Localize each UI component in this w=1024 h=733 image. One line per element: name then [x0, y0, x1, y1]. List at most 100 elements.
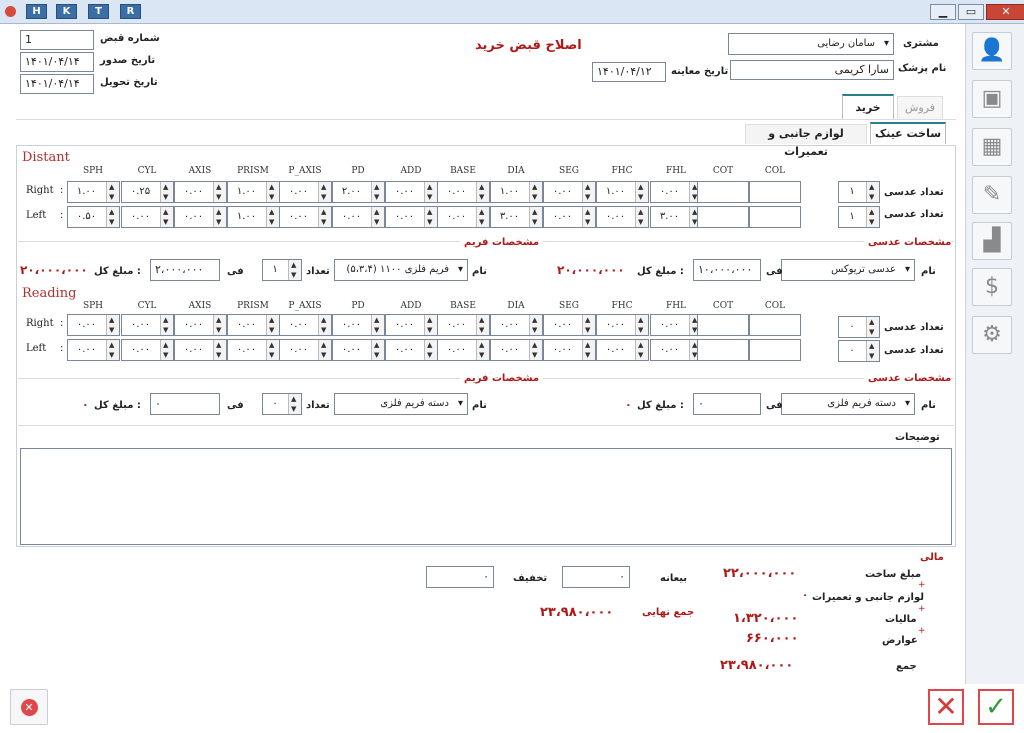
reading-left-pd-input[interactable]: ۰.۰۰ [332, 339, 385, 361]
distant-left-axis-input[interactable]: ۰.۰۰ [174, 206, 227, 228]
reading-left-seg-input[interactable]: ۰.۰۰ [543, 339, 596, 361]
spinner-arrows-icon[interactable] [160, 340, 173, 360]
distant-frame-count[interactable]: ۱ [262, 259, 302, 281]
delivery-date-field[interactable]: ۱۴۰۱/۰۴/۱۴ [20, 74, 94, 94]
reading-right-add-input[interactable]: ۰.۰۰ [385, 314, 438, 336]
settings-tool[interactable]: ⚙ [972, 316, 1012, 354]
reading-right-prism-input[interactable]: ۰.۰۰ [227, 314, 280, 336]
spinner-arrows-icon[interactable] [582, 340, 595, 360]
spinner-arrows-icon[interactable] [106, 207, 119, 227]
spinner-arrows-icon[interactable] [288, 394, 301, 414]
spinner-arrows-icon[interactable] [476, 182, 489, 202]
distant-right-count[interactable]: ۱ [838, 181, 880, 203]
reading-left-dia-input[interactable]: ۰.۰۰ [490, 339, 543, 361]
distant-right-add-input[interactable]: ۰.۰۰ [385, 181, 438, 203]
reading-frame-price[interactable]: ۰ [150, 393, 220, 415]
reading-lens-select[interactable]: دسته فریم فلزی [781, 393, 915, 415]
minimize-button[interactable]: ▁ [930, 4, 956, 20]
spinner-arrows-icon[interactable] [318, 315, 331, 335]
tab-purchase[interactable]: خرید [842, 94, 894, 120]
reading-left-add-input[interactable]: ۰.۰۰ [385, 339, 438, 361]
reading-left-cyl-input[interactable]: ۰.۰۰ [121, 339, 174, 361]
customer-select[interactable]: سامان رضایی [728, 33, 894, 55]
deposit-field[interactable]: ۰ [562, 566, 630, 588]
distant-right-dia-input[interactable]: ۱.۰۰ [490, 181, 543, 203]
title-button-k[interactable]: K [56, 4, 77, 19]
spinner-arrows-icon[interactable] [476, 207, 489, 227]
reading-frame-select[interactable]: دسته فریم فلزی [334, 393, 468, 415]
cancel-button[interactable]: ✕ [928, 689, 964, 725]
spinner-arrows-icon[interactable] [424, 182, 437, 202]
distant-left-sph-input[interactable]: ۰.۵۰ [67, 206, 120, 228]
distant-left-cyl-input[interactable]: ۰.۰۰ [121, 206, 174, 228]
reading-left-prism-input[interactable]: ۰.۰۰ [227, 339, 280, 361]
spinner-arrows-icon[interactable] [866, 182, 879, 202]
spinner-arrows-icon[interactable] [424, 340, 437, 360]
distant-left-prism-input[interactable]: ۱.۰۰ [227, 206, 280, 228]
reading-right-base-input[interactable]: ۰.۰۰ [437, 314, 490, 336]
distant-left-col-input[interactable] [749, 206, 801, 228]
reading-right-cyl-input[interactable]: ۰.۰۰ [121, 314, 174, 336]
distant-left-seg-input[interactable]: ۰.۰۰ [543, 206, 596, 228]
reading-right-fhl-input[interactable]: ۰.۰۰ [650, 314, 703, 336]
spinner-arrows-icon[interactable] [866, 207, 879, 227]
reading-left-fhl-input[interactable]: ۰.۰۰ [650, 339, 703, 361]
package-tool[interactable]: ▣ [972, 80, 1012, 118]
maximize-button[interactable]: ▭ [958, 4, 984, 20]
discount-field[interactable]: ۰ [426, 566, 494, 588]
distant-frame-price[interactable]: ۲،۰۰۰،۰۰۰ [150, 259, 220, 281]
issue-date-field[interactable]: ۱۴۰۱/۰۴/۱۴ [20, 52, 94, 72]
reading-lens-price[interactable]: ۰ [693, 393, 761, 415]
spinner-arrows-icon[interactable] [635, 207, 648, 227]
spinner-arrows-icon[interactable] [318, 340, 331, 360]
reading-left-cot-input[interactable] [697, 339, 749, 361]
spinner-arrows-icon[interactable] [213, 182, 226, 202]
spinner-arrows-icon[interactable] [635, 315, 648, 335]
reading-right-cot-input[interactable] [697, 314, 749, 336]
distant-left-cot-input[interactable] [697, 206, 749, 228]
title-button-r[interactable]: R [120, 4, 141, 19]
distant-right-base-input[interactable]: ۰.۰۰ [437, 181, 490, 203]
spinner-arrows-icon[interactable] [266, 207, 279, 227]
title-button-t[interactable]: T [88, 4, 109, 19]
reading-right-axis-input[interactable]: ۰.۰۰ [174, 314, 227, 336]
reading-left-fhc-input[interactable]: ۰.۰۰ [596, 339, 649, 361]
spinner-arrows-icon[interactable] [371, 340, 384, 360]
distant-right-fhl-input[interactable]: ۰.۰۰ [650, 181, 703, 203]
distant-left-dia-input[interactable]: ۳.۰۰ [490, 206, 543, 228]
reading-right-dia-input[interactable]: ۰.۰۰ [490, 314, 543, 336]
notes-textarea[interactable] [20, 448, 952, 545]
distant-right-cot-input[interactable] [697, 181, 749, 203]
add-customer-tool[interactable]: 👤 [972, 32, 1012, 70]
reading-right-sph-input[interactable]: ۰.۰۰ [67, 314, 120, 336]
spinner-arrows-icon[interactable] [582, 315, 595, 335]
distant-left-add-input[interactable]: ۰.۰۰ [385, 206, 438, 228]
tab-make-glasses[interactable]: ساخت عینک [870, 122, 946, 144]
spinner-arrows-icon[interactable] [529, 315, 542, 335]
exam-date-field[interactable]: ۱۴۰۱/۰۴/۱۲ [592, 62, 666, 82]
delete-button[interactable]: ✕ [10, 689, 48, 725]
spinner-arrows-icon[interactable] [318, 207, 331, 227]
spinner-arrows-icon[interactable] [476, 315, 489, 335]
tab-accessories[interactable]: لوازم جانبی و تعمیرات [745, 124, 867, 158]
distant-left-base-input[interactable]: ۰.۰۰ [437, 206, 490, 228]
distant-lens-price[interactable]: ۱۰،۰۰۰،۰۰۰ [693, 259, 761, 281]
calculator-tool[interactable]: ▦ [972, 128, 1012, 166]
reading-left-axis-input[interactable]: ۰.۰۰ [174, 339, 227, 361]
distant-right-cyl-input[interactable]: ۰.۲۵ [121, 181, 174, 203]
edit-tool[interactable]: ✎ [972, 176, 1012, 214]
spinner-arrows-icon[interactable] [160, 182, 173, 202]
distant-right-fhc-input[interactable]: ۱.۰۰ [596, 181, 649, 203]
spinner-arrows-icon[interactable] [635, 340, 648, 360]
spinner-arrows-icon[interactable] [866, 341, 879, 361]
distant-right-axis-input[interactable]: ۰.۰۰ [174, 181, 227, 203]
spinner-arrows-icon[interactable] [266, 340, 279, 360]
reading-left-col-input[interactable] [749, 339, 801, 361]
distant-right-seg-input[interactable]: ۰.۰۰ [543, 181, 596, 203]
distant-lens-select[interactable]: عدسی تریوکس [781, 259, 915, 281]
distant-left-fhc-input[interactable]: ۰.۰۰ [596, 206, 649, 228]
doctor-field[interactable]: سارا کریمی [730, 60, 894, 80]
spinner-arrows-icon[interactable] [529, 182, 542, 202]
spinner-arrows-icon[interactable] [288, 260, 301, 280]
spinner-arrows-icon[interactable] [582, 182, 595, 202]
